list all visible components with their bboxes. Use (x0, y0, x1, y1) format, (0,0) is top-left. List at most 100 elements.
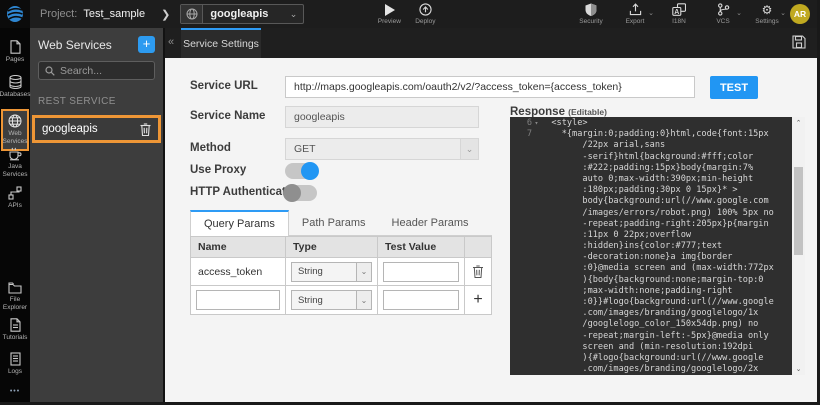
editor-line: :0}}#logo{background:url(//www.google (510, 297, 792, 308)
fold-marker-icon (532, 174, 541, 185)
line-number (510, 364, 532, 375)
delete-service-icon[interactable] (140, 123, 151, 136)
line-number (510, 196, 532, 207)
use-proxy-label: Use Proxy (190, 164, 246, 176)
editor-line: -repeat;margin-left:-5px}@media only (510, 331, 792, 342)
add-service-button[interactable]: + (138, 36, 155, 53)
preview-button[interactable]: Preview (374, 3, 404, 25)
fold-marker-icon (532, 129, 541, 140)
settings-button[interactable]: ⚙ ⌄ Settings (752, 3, 782, 25)
collapse-panel-button[interactable]: « (168, 36, 174, 48)
new-param-name-input[interactable] (196, 290, 280, 310)
export-label: Export (626, 18, 645, 25)
tab-path-params[interactable]: Path Params (289, 210, 379, 235)
param-tabs: Query Params Path Params Header Params (190, 210, 492, 236)
app-logo[interactable] (0, 0, 30, 28)
i18n-button[interactable]: A I18N (664, 3, 694, 25)
sidebar-item-web-services[interactable]: Web Services (1, 109, 29, 151)
column-header-actions (465, 237, 491, 258)
http-auth-toggle[interactable] (285, 185, 317, 201)
sidebar-item-apis[interactable]: APIs (0, 186, 30, 210)
response-editor[interactable]: 6 ▾ <style> 7 *{margin:0;padding:0}html,… (510, 117, 805, 375)
fold-marker-icon (532, 252, 541, 263)
line-number (510, 263, 532, 274)
editor-line: auto 0;max-width:390px;min-height (510, 174, 792, 185)
project-name: Test_sample (83, 8, 145, 20)
service-url-input[interactable] (285, 76, 695, 98)
column-header-name: Name (191, 237, 286, 258)
column-header-type: Type (286, 237, 378, 258)
method-value: GET (286, 143, 460, 155)
sidebar-item-file-explorer[interactable]: File Explorer (0, 282, 30, 311)
line-number (510, 252, 532, 263)
tutorial-page-icon (9, 318, 22, 332)
scrollbar-thumb[interactable] (794, 167, 803, 255)
sidebar-item-pages[interactable]: Pages (0, 40, 30, 64)
web-services-panel: Web Services + REST SERVICE googleapis (30, 28, 165, 405)
new-param-test-value-input[interactable] (383, 290, 459, 310)
use-proxy-toggle[interactable] (285, 163, 317, 179)
toggle-knob (301, 162, 319, 180)
page-icon (9, 40, 22, 54)
line-number (510, 319, 532, 330)
sidebar-item-java-services[interactable]: Java Services (0, 147, 30, 178)
query-params-table: Name Type Test Value access_token String… (190, 236, 492, 315)
vcs-label: VCS (716, 18, 729, 25)
sidebar-item-databases[interactable]: Databases (0, 75, 30, 99)
save-icon[interactable] (792, 35, 806, 49)
param-name-value: access_token (191, 266, 262, 278)
fold-marker-icon (532, 208, 541, 219)
app-window: Project: Test_sample ❯ googleapis ⌄ Prev… (0, 0, 820, 405)
editor-scrollbar[interactable]: ⌃ ⌄ (792, 117, 805, 375)
export-button[interactable]: ⌄ Export (620, 3, 650, 25)
sidebar-item-logs[interactable]: Logs (0, 352, 30, 376)
new-param-type-select[interactable]: String ⌄ (291, 290, 372, 310)
tab-header-params[interactable]: Header Params (379, 210, 482, 235)
service-search-box[interactable] (38, 61, 155, 80)
fold-marker-icon (532, 331, 541, 342)
response-editable-suffix: ((Editable)Editable) (568, 107, 607, 117)
editor-line: -decoration:none}a img{border (510, 252, 792, 263)
scroll-down-icon[interactable]: ⌄ (792, 365, 805, 373)
delete-param-icon[interactable] (472, 265, 484, 278)
editor-line: .com/images/branding/googlelogo/2x (510, 364, 792, 375)
line-number: 7 (510, 129, 532, 140)
method-label: Method (190, 142, 231, 154)
sidebar-item-tutorials[interactable]: Tutorials (0, 318, 30, 342)
service-list-item-googleapis[interactable]: googleapis (32, 115, 161, 143)
toggle-knob (283, 184, 301, 202)
search-input[interactable] (60, 65, 148, 77)
add-param-button[interactable]: + (473, 292, 482, 308)
line-number (510, 163, 532, 174)
fold-marker-icon (532, 185, 541, 196)
tab-query-params[interactable]: Query Params (190, 210, 289, 236)
user-avatar[interactable]: AR (790, 4, 810, 24)
line-number (510, 308, 532, 319)
folder-icon (8, 282, 22, 294)
fold-marker-icon (532, 196, 541, 207)
tab-service-settings[interactable]: Service Settings (181, 28, 261, 58)
fold-marker-icon (532, 263, 541, 274)
security-button[interactable]: Security (576, 3, 606, 25)
param-test-value-input[interactable] (383, 262, 459, 282)
scroll-up-icon[interactable]: ⌃ (792, 119, 805, 127)
service-selector-dropdown[interactable]: googleapis ⌄ (180, 4, 304, 24)
line-number: 6 (510, 118, 532, 129)
fold-marker-icon (532, 342, 541, 353)
globe-icon (181, 5, 203, 23)
translate-icon: A (672, 3, 686, 16)
editor-line: :11px 0 22px;overflow (510, 230, 792, 241)
sidebar-overflow-button[interactable]: ••• (0, 388, 30, 395)
editor-line: ){body{background:none;margin-top:0 (510, 275, 792, 286)
line-number (510, 152, 532, 163)
deploy-button[interactable]: Deploy (410, 3, 440, 25)
line-number (510, 297, 532, 308)
line-number (510, 241, 532, 252)
test-button[interactable]: TEST (710, 76, 758, 99)
vcs-button[interactable]: ⌄ VCS (708, 3, 738, 25)
param-type-select[interactable]: String ⌄ (291, 262, 372, 282)
editor-line: /22px arial,sans (510, 140, 792, 151)
editor-line: 6 ▾ <style> (510, 118, 792, 129)
deploy-label: Deploy (415, 18, 435, 25)
chevron-down-icon: ⌄ (460, 139, 478, 159)
